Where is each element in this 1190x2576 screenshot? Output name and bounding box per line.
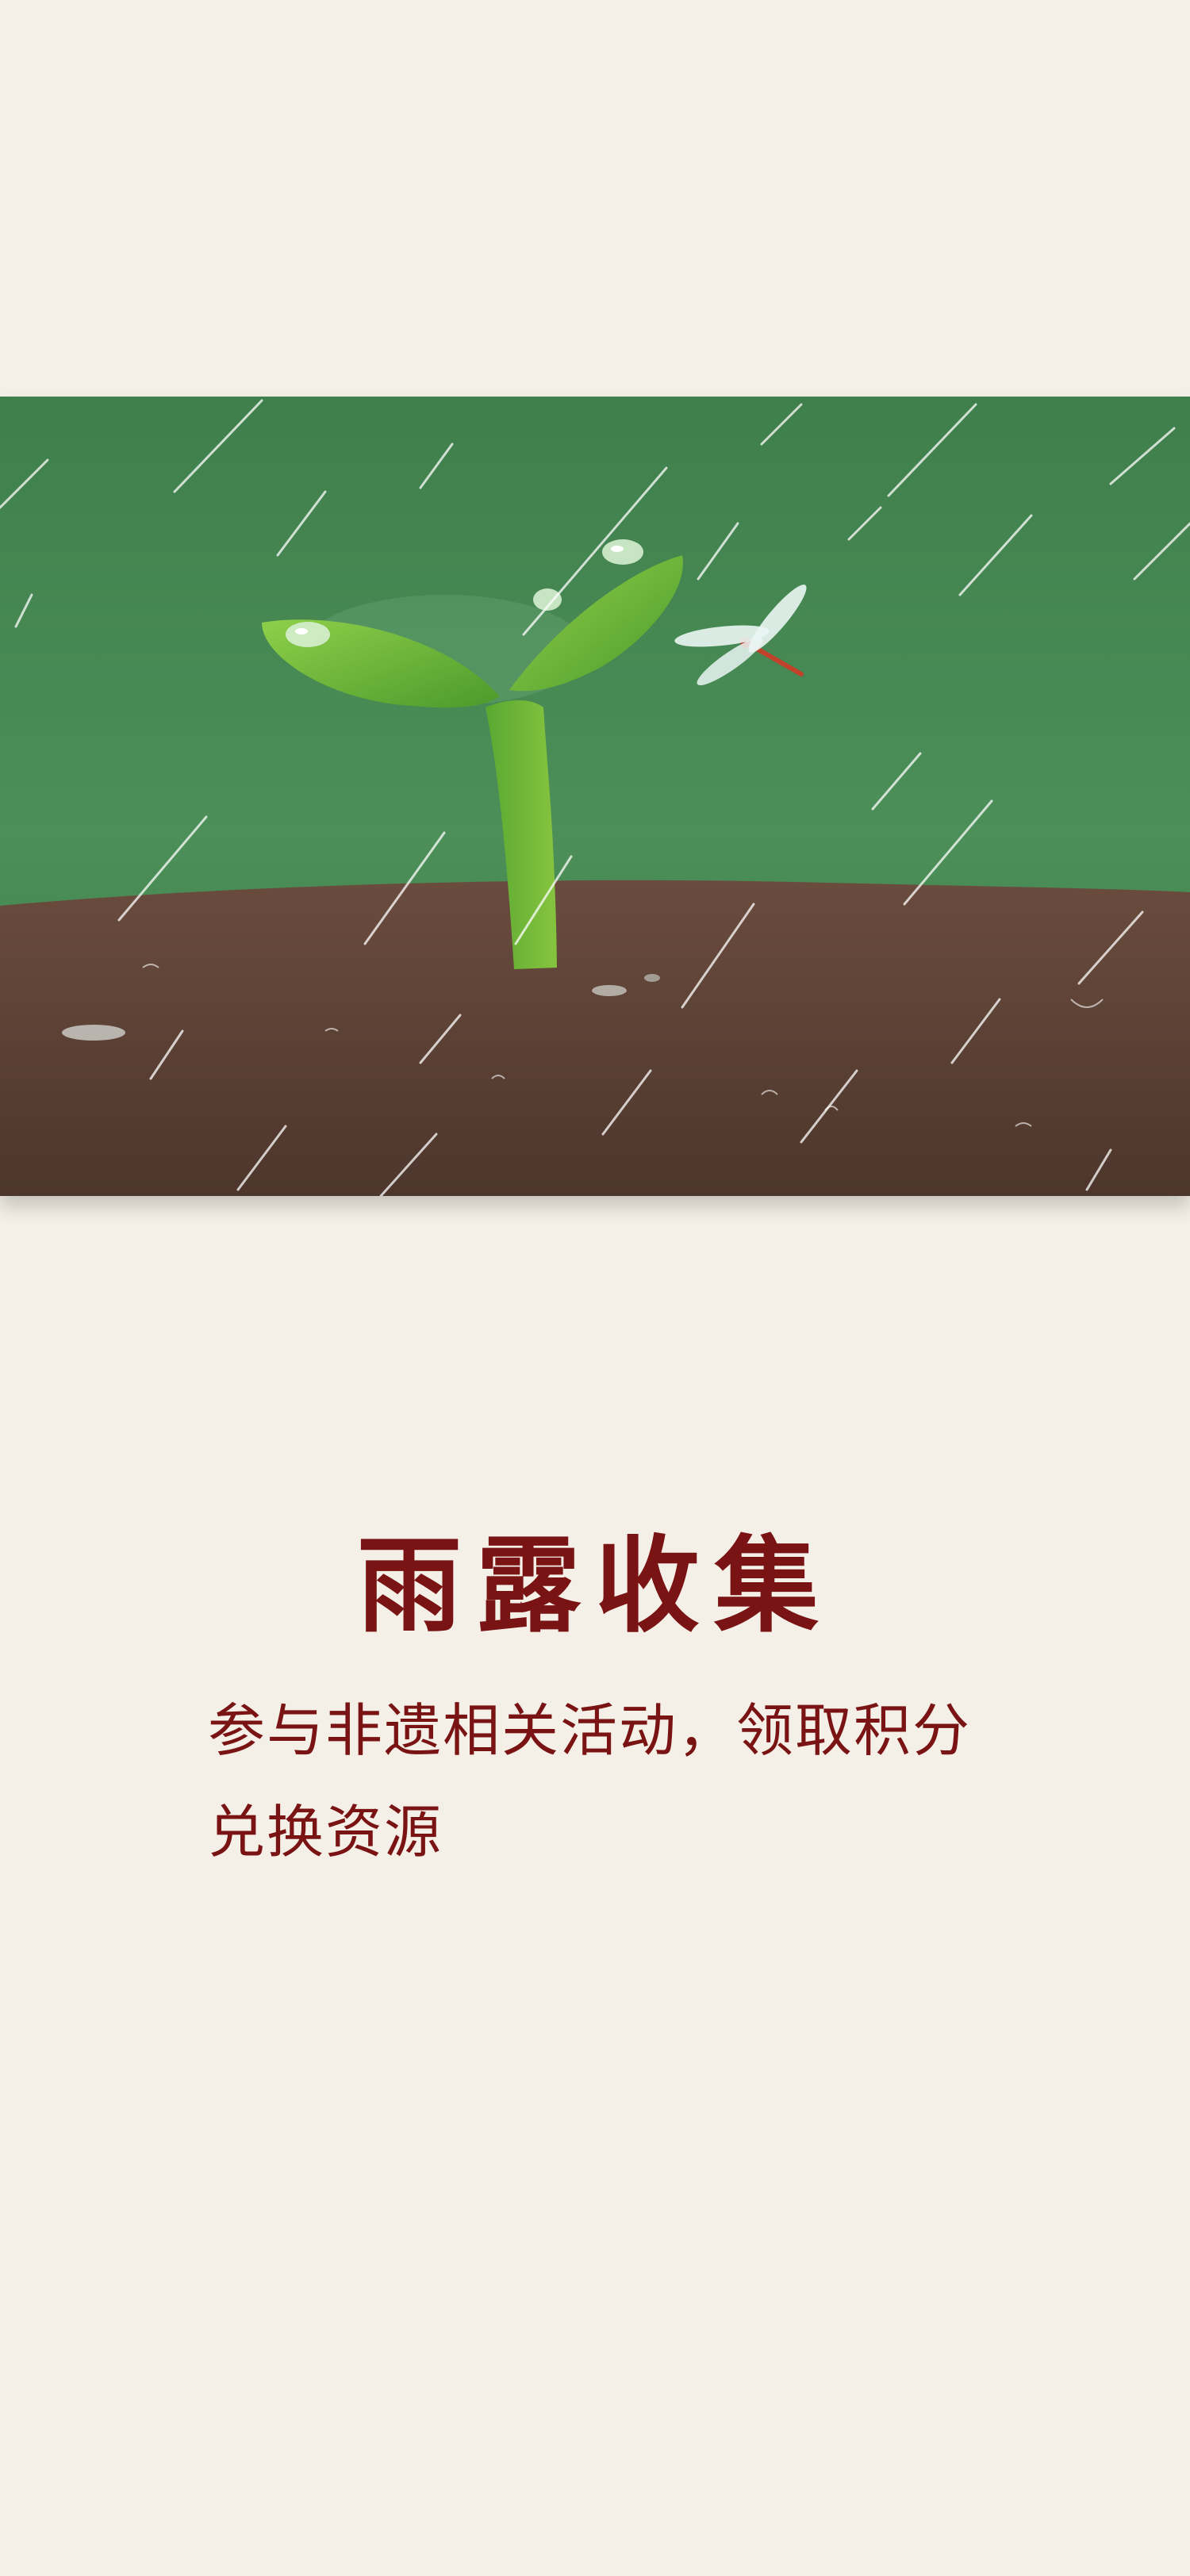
- pebble: [644, 974, 660, 982]
- pebble: [592, 985, 627, 996]
- water-drop: [286, 622, 330, 647]
- page-title: 雨露收集: [357, 1524, 833, 1647]
- pebble: [62, 1025, 125, 1041]
- hero-illustration: [0, 397, 1190, 1196]
- water-drop: [602, 539, 643, 565]
- page-description: 参与非遗相关活动，领取积分兑换资源: [208, 1697, 972, 1865]
- sprout-in-rain-illustration: [0, 397, 1190, 1196]
